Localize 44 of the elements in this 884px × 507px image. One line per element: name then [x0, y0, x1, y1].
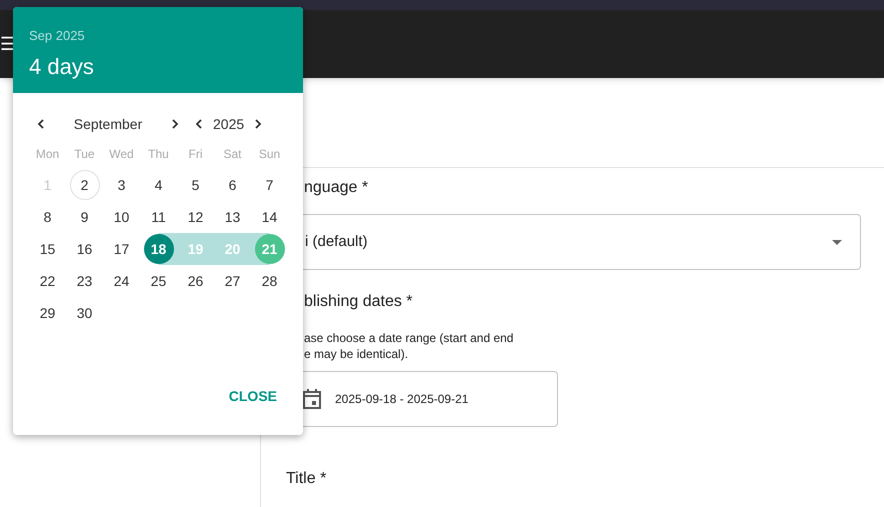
field-label: Title *	[286, 469, 328, 489]
header-month: Sep 2025	[29, 27, 86, 45]
calendar-day[interactable]: 11	[144, 202, 174, 232]
calendar-day[interactable]: 15	[32, 234, 62, 264]
calendar-day[interactable]: 3	[106, 170, 136, 200]
calendar-icon	[303, 389, 321, 409]
calendar-day[interactable]: 14	[254, 202, 284, 232]
calendar-day[interactable]: 13	[218, 202, 248, 232]
calendar-day[interactable]: 27	[218, 266, 248, 296]
month-label: September	[72, 114, 144, 134]
calendar-day[interactable]: 23	[70, 266, 100, 296]
calendar-day[interactable]: 12	[180, 202, 210, 232]
calendar-day[interactable]: 26	[180, 266, 210, 296]
dropdown-icon	[832, 240, 842, 244]
close-button[interactable]: CLOSE	[220, 382, 285, 411]
calendar-day[interactable]: 18	[144, 234, 174, 264]
calendar-day[interactable]: 10	[106, 202, 136, 232]
weekday-label: Sat	[222, 146, 242, 163]
calendar-day[interactable]: 2	[70, 170, 100, 200]
weekday-label: Sun	[258, 146, 282, 163]
calendar-day[interactable]: 24	[106, 266, 136, 296]
help-text: ase choose a date range (start and end e may be identical).	[304, 330, 514, 362]
field-label: nguage *	[304, 178, 370, 198]
calendar-day[interactable]: 8	[32, 202, 62, 232]
header-range: 4 days	[29, 52, 95, 81]
year-label: 2025	[213, 114, 244, 134]
calendar-day[interactable]: 7	[254, 170, 284, 200]
calendar-day[interactable]: 22	[32, 266, 62, 296]
weekday-label: Tue	[73, 146, 96, 163]
weekday-label: Mon	[34, 146, 60, 163]
calendar-day[interactable]: 28	[254, 266, 284, 296]
calendar-day[interactable]: 5	[180, 170, 210, 200]
field-label: blishing dates *	[304, 292, 414, 312]
calendar-day[interactable]: 17	[106, 234, 136, 264]
weekday-label: Fri	[188, 146, 204, 163]
calendar-day[interactable]: 25	[144, 266, 174, 296]
calendar-day[interactable]: 30	[70, 298, 100, 328]
calendar-day[interactable]: 29	[32, 298, 62, 328]
calendar-day[interactable]: 4	[144, 170, 174, 200]
calendar-day[interactable]: 6	[218, 170, 248, 200]
weekday-label: Thu	[147, 146, 170, 163]
calendar-day[interactable]: 16	[70, 234, 100, 264]
weekday-label: Wed	[108, 146, 135, 163]
calendar-day[interactable]: 9	[70, 202, 100, 232]
